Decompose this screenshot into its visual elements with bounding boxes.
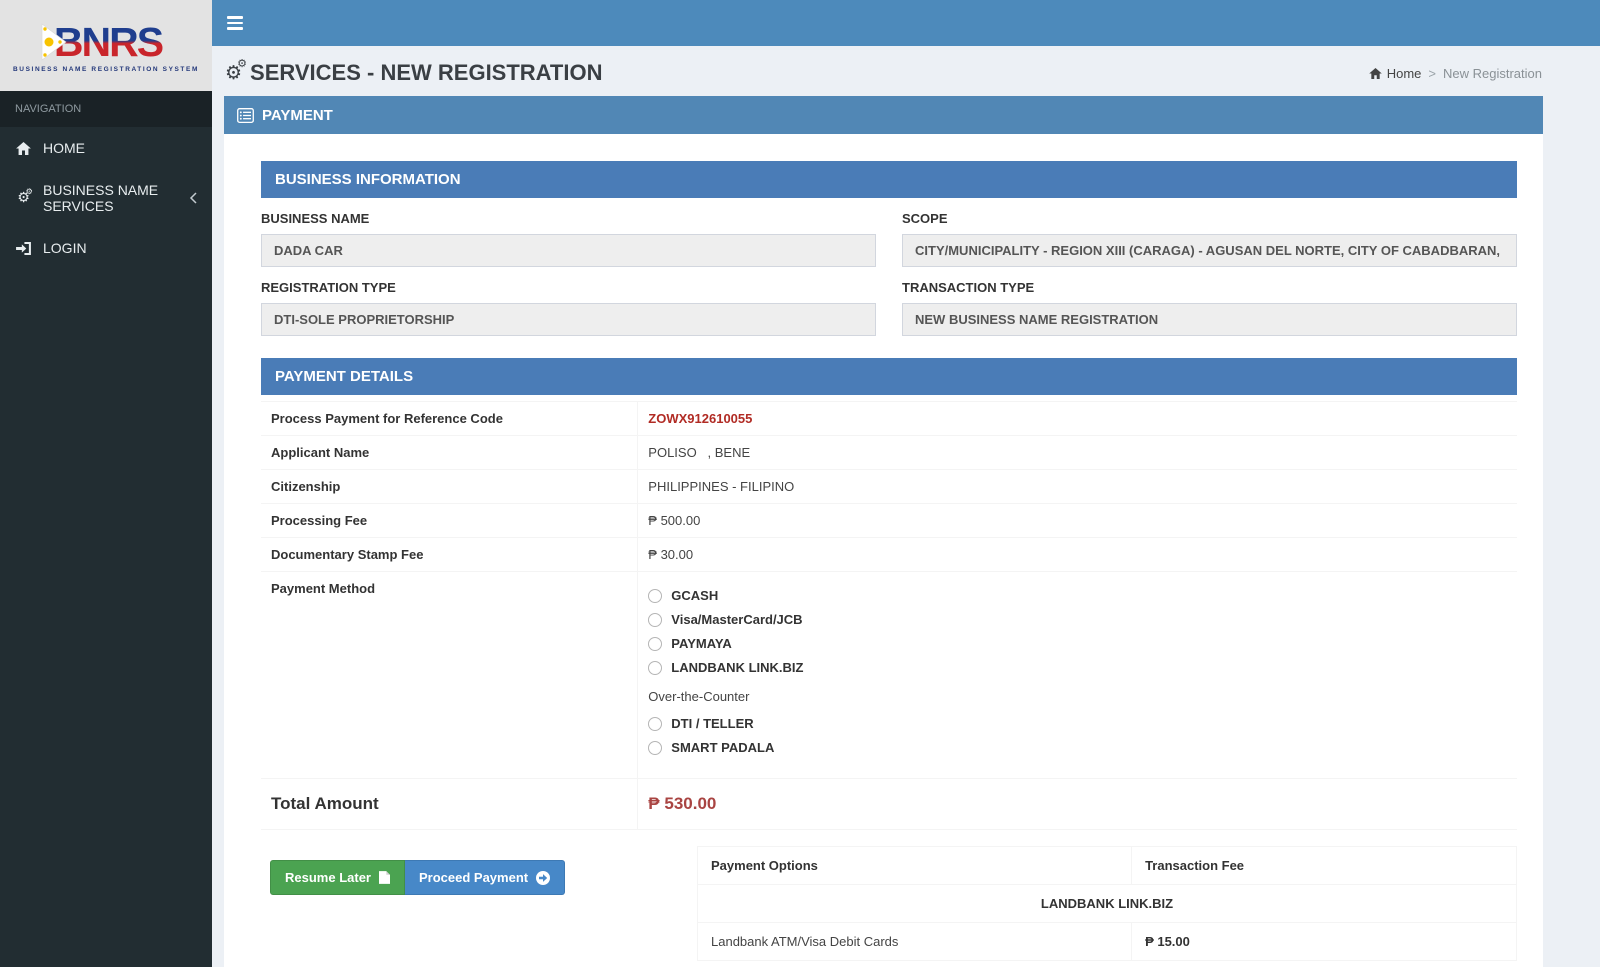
payment-option-smart-padala[interactable]: SMART PADALA	[648, 740, 1507, 755]
payment-details-header: PAYMENT DETAILS	[261, 358, 1517, 395]
payment-panel-header: PAYMENT	[224, 96, 1543, 134]
total-amount-row: Total Amount ₱ 530.00	[261, 779, 1517, 830]
home-icon	[1369, 68, 1382, 79]
table-row: Landbank ATM/Visa Debit Cards ₱ 15.00	[698, 923, 1517, 961]
table-row: Payment Method GCASH Visa/MasterCard/JCB	[261, 572, 1517, 779]
payment-option-paymaya[interactable]: PAYMAYA	[648, 636, 1507, 651]
table-row: Citizenship PHILIPPINES - FILIPINO	[261, 470, 1517, 504]
sidebar-section-label: NAVIGATION	[0, 91, 212, 127]
business-name-label: BUSINESS NAME	[261, 211, 876, 226]
sidebar-item-business-name-services[interactable]: ⚙︎⚙︎ BUSINESS NAME SERVICES	[0, 169, 212, 227]
payment-options-column-header: Payment Options	[698, 847, 1132, 885]
sidebar-toggle-hamburger-icon[interactable]	[212, 0, 258, 46]
logo-text: BNRS	[54, 19, 163, 65]
transaction-type-field	[902, 303, 1517, 336]
list-alt-icon	[237, 108, 254, 123]
payment-options-fee-table: Payment Options Transaction Fee LANDBANK…	[697, 846, 1517, 961]
sidebar-item-home[interactable]: HOME	[0, 127, 212, 169]
scope-label: SCOPE	[902, 211, 1517, 226]
registration-type-field	[261, 303, 876, 336]
payment-option-gcash[interactable]: GCASH	[648, 588, 1507, 603]
payment-method-label: Payment Method	[261, 572, 638, 779]
sidebar-item-label: LOGIN	[43, 240, 87, 256]
sidebar-item-label: HOME	[43, 140, 85, 156]
total-amount-label: Total Amount	[261, 779, 638, 830]
reference-code-value: ZOWX912610055	[648, 411, 752, 426]
citizenship-value: PHILIPPINES - FILIPINO	[638, 470, 1517, 504]
top-navbar	[212, 0, 1600, 46]
table-row: Processing Fee ₱ 500.00	[261, 504, 1517, 538]
home-icon	[15, 142, 32, 155]
doc-stamp-fee-label: Documentary Stamp Fee	[261, 538, 638, 572]
page-title: ⚙︎⚙︎ SERVICES - NEW REGISTRATION	[225, 60, 603, 86]
paymaya-radio[interactable]	[648, 637, 662, 651]
gears-icon: ⚙︎⚙︎	[15, 191, 32, 205]
gears-icon: ⚙︎⚙︎	[225, 62, 242, 84]
sidebar: BNRS BUSINESS NAME REGISTRATION SYSTEM N…	[0, 0, 212, 967]
business-name-field	[261, 234, 876, 267]
payment-option-dti-teller[interactable]: DTI / TELLER	[648, 716, 1507, 731]
visa-mastercard-jcb-radio[interactable]	[648, 613, 662, 627]
arrow-circle-right-icon	[536, 871, 550, 885]
file-icon	[379, 871, 390, 884]
citizenship-label: Citizenship	[261, 470, 638, 504]
breadcrumb-current: New Registration	[1443, 66, 1542, 81]
scope-field	[902, 234, 1517, 267]
table-row: Applicant Name POLISO , BENE	[261, 436, 1517, 470]
applicant-name-label: Applicant Name	[261, 436, 638, 470]
bnrs-logo[interactable]: BNRS BUSINESS NAME REGISTRATION SYSTEM	[0, 0, 212, 91]
applicant-name-value: POLISO , BENE	[638, 436, 1517, 470]
transaction-type-label: TRANSACTION TYPE	[902, 280, 1517, 295]
processing-fee-value: ₱ 500.00	[638, 504, 1517, 538]
processing-fee-label: Processing Fee	[261, 504, 638, 538]
registration-type-label: REGISTRATION TYPE	[261, 280, 876, 295]
breadcrumb: Home > New Registration	[1369, 66, 1542, 81]
panel-title: PAYMENT	[262, 107, 333, 124]
dti-teller-radio[interactable]	[648, 717, 662, 731]
resume-later-button[interactable]: Resume Later	[270, 860, 405, 895]
table-row: Process Payment for Reference Code ZOWX9…	[261, 402, 1517, 436]
table-row: Documentary Stamp Fee ₱ 30.00	[261, 538, 1517, 572]
payment-option-landbank-linkbiz[interactable]: LANDBANK LINK.BIZ	[648, 660, 1507, 675]
transaction-fee-column-header: Transaction Fee	[1132, 847, 1517, 885]
reference-code-label: Process Payment for Reference Code	[261, 402, 638, 436]
over-the-counter-label: Over-the-Counter	[648, 689, 1507, 704]
payment-details-table: Process Payment for Reference Code ZOWX9…	[261, 401, 1517, 830]
bnrs-logo-image: BNRS	[30, 19, 182, 65]
sidebar-item-login[interactable]: LOGIN	[0, 227, 212, 269]
chevron-left-icon	[189, 192, 197, 204]
sidebar-item-label: BUSINESS NAME SERVICES	[43, 182, 178, 214]
fee-table-group-row: LANDBANK LINK.BIZ	[698, 885, 1517, 923]
fee-option-name: Landbank ATM/Visa Debit Cards	[698, 923, 1132, 961]
sign-in-icon	[15, 242, 32, 255]
doc-stamp-fee-value: ₱ 30.00	[638, 538, 1517, 572]
total-amount-value: ₱ 530.00	[648, 794, 716, 813]
smart-padala-radio[interactable]	[648, 741, 662, 755]
landbank-linkbiz-group-header: LANDBANK LINK.BIZ	[698, 885, 1517, 923]
payment-option-visa-mastercard-jcb[interactable]: Visa/MasterCard/JCB	[648, 612, 1507, 627]
logo-subtitle: BUSINESS NAME REGISTRATION SYSTEM	[13, 66, 199, 73]
proceed-payment-button[interactable]: Proceed Payment	[405, 860, 565, 895]
landbank-linkbiz-radio[interactable]	[648, 661, 662, 675]
payment-panel: PAYMENT BUSINESS INFORMATION BUSINESS NA…	[224, 96, 1543, 967]
breadcrumb-separator: >	[1428, 66, 1436, 81]
business-information-header: BUSINESS INFORMATION	[261, 161, 1517, 198]
fee-option-amount: ₱ 15.00	[1132, 923, 1517, 961]
breadcrumb-home-link[interactable]: Home	[1369, 66, 1422, 81]
gcash-radio[interactable]	[648, 589, 662, 603]
fee-table-header-row: Payment Options Transaction Fee	[698, 847, 1517, 885]
